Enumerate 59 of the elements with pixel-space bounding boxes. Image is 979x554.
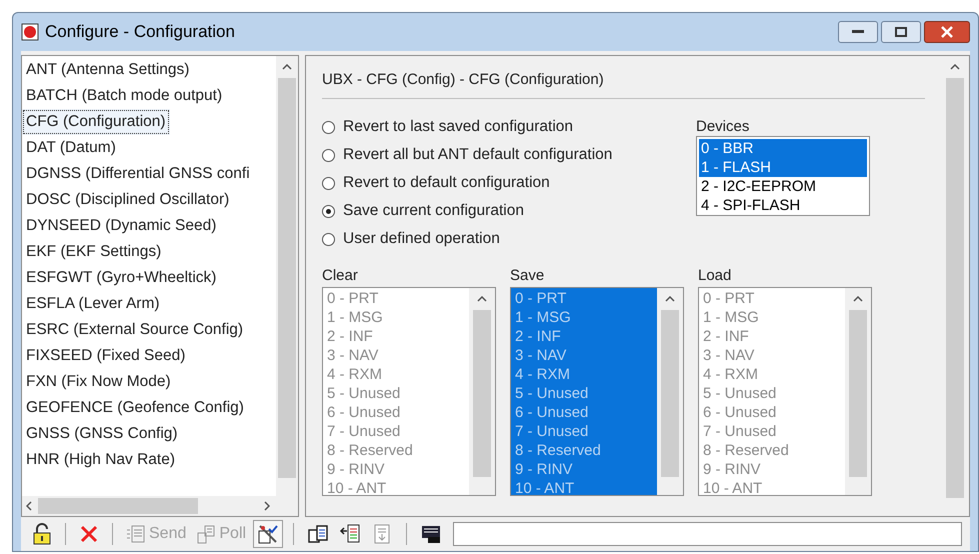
sidebar-item[interactable]: HNR (High Nav Rate) xyxy=(22,447,276,473)
sidebar-item[interactable]: ESRC (External Source Config) xyxy=(22,317,276,343)
sidebar-item[interactable]: DYNSEED (Dynamic Seed) xyxy=(22,213,276,239)
maximize-icon xyxy=(895,27,907,37)
list-label: Clear xyxy=(322,266,359,286)
list-label: Load xyxy=(698,266,732,286)
list-item[interactable]: 0 - BBR xyxy=(699,139,867,158)
sidebar-item[interactable]: FXN (Fix Now Mode) xyxy=(22,369,276,395)
radio-option[interactable]: Revert to default configuration xyxy=(322,169,550,197)
sidebar-item[interactable]: BATCH (Batch mode output) xyxy=(22,83,276,109)
tools-button[interactable] xyxy=(253,520,284,548)
sidebar-item[interactable]: ESFGWT (Gyro+Wheeltick) xyxy=(22,265,276,291)
document-icon xyxy=(126,524,146,544)
list-arrow-icon xyxy=(339,523,362,545)
scroll-up-icon xyxy=(282,64,292,70)
sidebar-item[interactable]: DAT (Datum) xyxy=(22,135,276,161)
minimize-button[interactable] xyxy=(838,21,878,43)
scroll-up-icon xyxy=(665,296,675,302)
scroll-up-icon xyxy=(853,296,863,302)
window-title: Configure - Configuration xyxy=(45,21,235,44)
copy-icon xyxy=(307,523,330,545)
close-button[interactable] xyxy=(924,21,970,43)
tools-icon xyxy=(257,523,280,545)
sidebar-item[interactable]: GNSS (GNSS Config) xyxy=(22,421,276,447)
sidebar-item[interactable]: CFG (Configuration) xyxy=(22,109,170,135)
scroll-thumb[interactable] xyxy=(946,78,964,498)
close-icon xyxy=(79,524,99,544)
sidebar-item[interactable]: DOSC (Disciplined Oscillator) xyxy=(22,187,276,213)
sidebar-item[interactable]: EKF (EKF Settings) xyxy=(22,239,276,265)
scroll-up-icon xyxy=(950,64,960,70)
radio-option[interactable]: Revert all but ANT default configuration xyxy=(322,141,612,169)
radio-option[interactable]: Revert to last saved configuration xyxy=(322,113,574,141)
close-icon xyxy=(941,26,953,38)
horizontal-scrollbar[interactable] xyxy=(22,496,298,516)
sidebar-item[interactable]: DGNSS (Differential GNSS confi xyxy=(22,161,276,187)
sidebar-item[interactable]: FIXSEED (Fixed Seed) xyxy=(22,343,276,369)
scroll-right-icon xyxy=(264,501,270,511)
scroll-thumb[interactable] xyxy=(278,78,296,478)
app-icon xyxy=(21,23,39,41)
panel-heading: UBX - CFG (Config) - CFG (Configuration) xyxy=(322,68,925,99)
scroll-thumb[interactable] xyxy=(38,498,198,514)
scroll-up-icon xyxy=(477,296,487,302)
radio-option[interactable]: User defined operation xyxy=(322,225,500,253)
scroll-left-icon xyxy=(26,501,32,511)
minimize-icon xyxy=(852,30,864,34)
list-label: Devices xyxy=(696,117,750,136)
sidebar-item[interactable]: ESFLA (Lever Arm) xyxy=(22,291,276,317)
padlock-icon xyxy=(32,523,52,545)
scrollbar[interactable] xyxy=(276,56,298,496)
device-list[interactable]: 0 - BBR 1 - FLASH 2 - I2C-EEPROM 4 - SPI-FLASH xyxy=(696,136,870,216)
radio-option[interactable]: Save current configuration xyxy=(322,197,524,225)
sidebar-item[interactable]: ANT (Antenna Settings) xyxy=(22,57,276,83)
list-label: Save xyxy=(510,266,546,286)
maximize-button[interactable] xyxy=(881,21,921,43)
list-item[interactable]: 4 - SPI-FLASH xyxy=(699,196,867,215)
sidebar-item[interactable]: GEOFENCE (Geofence Config) xyxy=(22,395,276,421)
list-item[interactable]: 1 - FLASH xyxy=(699,158,867,177)
documents-icon xyxy=(196,524,216,544)
list-item[interactable]: 2 - I2C-EEPROM xyxy=(699,177,867,196)
